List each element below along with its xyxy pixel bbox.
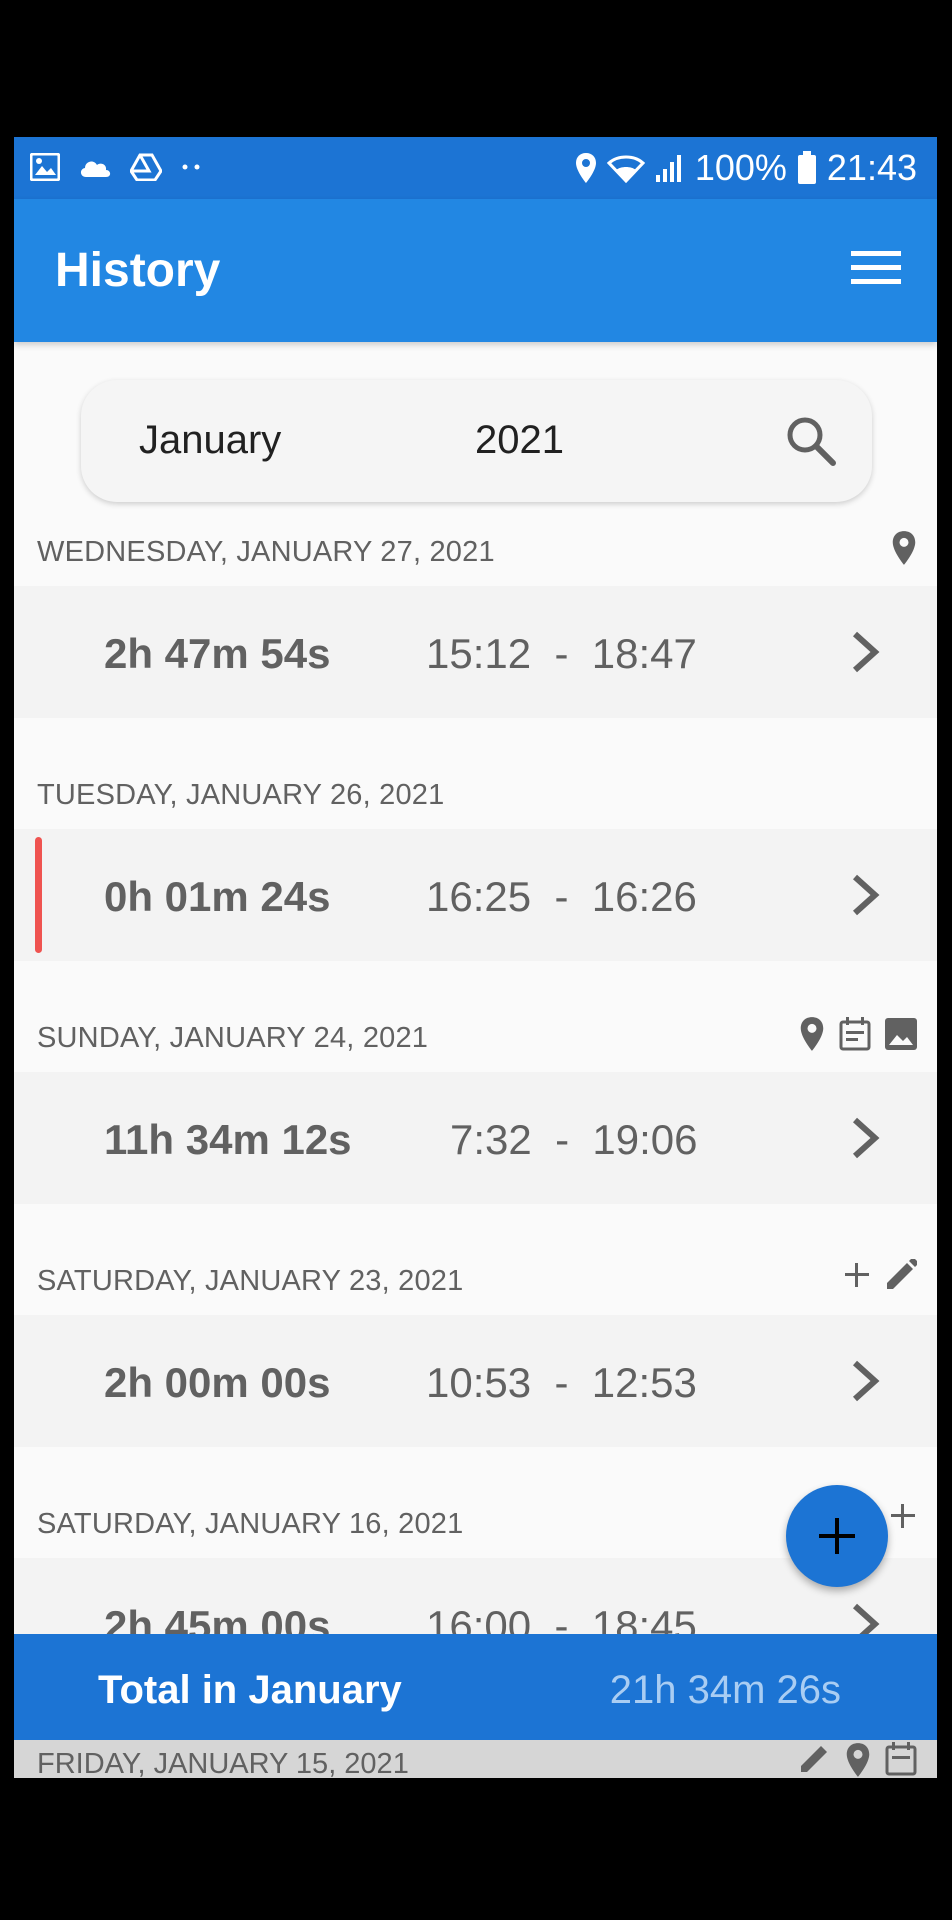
day-indicator-icons — [799, 1742, 917, 1778]
day-date: SATURDAY, JANUARY 16, 2021 — [37, 1508, 464, 1540]
chevron-right-icon — [852, 874, 880, 916]
menu-button[interactable] — [851, 249, 901, 287]
month-selector[interactable]: January — [139, 418, 281, 463]
session-entry[interactable]: 0h 01m 24s 16:25 - 16:26 — [14, 829, 937, 961]
cloud-icon — [80, 161, 111, 177]
notification-icons — [30, 153, 204, 181]
note-icon — [839, 1017, 871, 1051]
session-time-range: 7:32 - 19:06 — [450, 1116, 698, 1163]
phone-screen: 100% 21:43 History January 2021 WEDNESDA… — [14, 137, 937, 1778]
battery-icon — [797, 151, 816, 184]
session-duration: 0h 01m 24s — [104, 873, 331, 920]
chevron-right-icon — [852, 1117, 880, 1159]
location-icon — [846, 1743, 870, 1777]
edit-icon — [801, 1746, 827, 1772]
session-duration: 11h 34m 12s — [104, 1116, 352, 1163]
session-entry[interactable]: 11h 34m 12s 7:32 - 19:06 — [14, 1072, 937, 1204]
gallery-notification-icon — [30, 153, 60, 181]
drive-icon — [130, 153, 162, 181]
add-session-button[interactable] — [786, 1485, 888, 1587]
location-status-icon — [575, 153, 596, 183]
session-entry[interactable]: 2h 00m 00s 10:53 - 12:53 — [14, 1315, 937, 1447]
more-notifications-icon — [182, 164, 200, 170]
month-total-bar: Total in January 21h 34m 26s — [14, 1634, 937, 1740]
edit-icon — [887, 1259, 917, 1289]
month-search-bar: January 2021 — [81, 380, 872, 502]
day-header: SUNDAY, JANUARY 24, 2021 — [14, 1010, 937, 1070]
signal-icon — [655, 155, 681, 182]
warning-flag — [35, 837, 42, 953]
status-bar: 100% 21:43 — [14, 137, 937, 199]
day-indicator-icons — [843, 1259, 917, 1291]
hamburger-icon — [851, 251, 901, 284]
total-label: Total in January — [98, 1668, 402, 1712]
day-date: TUESDAY, JANUARY 26, 2021 — [37, 779, 445, 811]
clock: 21:43 — [826, 147, 917, 188]
day-header: TUESDAY, JANUARY 26, 2021 — [14, 767, 937, 827]
plus-icon — [845, 1263, 869, 1287]
wifi-icon — [606, 155, 645, 183]
search-icon — [787, 417, 836, 466]
session-time-range: 16:25 - 16:26 — [426, 873, 697, 920]
plus-icon — [891, 1504, 915, 1528]
day-indicator-icons — [889, 1502, 917, 1530]
day-header: WEDNESDAY, JANUARY 27, 2021 — [14, 524, 937, 584]
day-header-partial: FRIDAY, JANUARY 15, 2021 — [14, 1740, 937, 1778]
day-indicator-icons — [891, 530, 917, 566]
chevron-right-icon — [852, 1360, 880, 1402]
session-duration: 2h 47m 54s — [104, 630, 331, 677]
day-indicator-icons — [799, 1016, 917, 1052]
chevron-right-icon — [852, 631, 880, 673]
app-bar: History — [14, 199, 937, 342]
session-entry[interactable]: 2h 47m 54s 15:12 - 18:47 — [14, 586, 937, 718]
day-date: SATURDAY, JANUARY 23, 2021 — [37, 1265, 464, 1297]
session-duration: 2h 00m 00s — [104, 1359, 331, 1406]
plus-icon — [819, 1518, 855, 1554]
page-title: History — [55, 244, 221, 297]
search-button[interactable] — [784, 414, 838, 468]
image-icon — [885, 1018, 917, 1050]
location-icon — [892, 531, 916, 565]
day-header: SATURDAY, JANUARY 23, 2021 — [14, 1253, 937, 1313]
note-icon — [885, 1742, 917, 1776]
system-icons: 100% 21:43 — [575, 147, 917, 189]
battery-percent: 100% — [694, 147, 787, 188]
location-icon — [800, 1017, 824, 1051]
session-time-range: 15:12 - 18:47 — [426, 630, 697, 677]
year-selector[interactable]: 2021 — [475, 418, 564, 463]
day-date: SUNDAY, JANUARY 24, 2021 — [37, 1022, 429, 1054]
day-date: WEDNESDAY, JANUARY 27, 2021 — [37, 536, 495, 568]
session-time-range: 10:53 - 12:53 — [426, 1359, 697, 1406]
total-value: 21h 34m 26s — [609, 1668, 841, 1712]
day-date: FRIDAY, JANUARY 15, 2021 — [37, 1748, 409, 1778]
